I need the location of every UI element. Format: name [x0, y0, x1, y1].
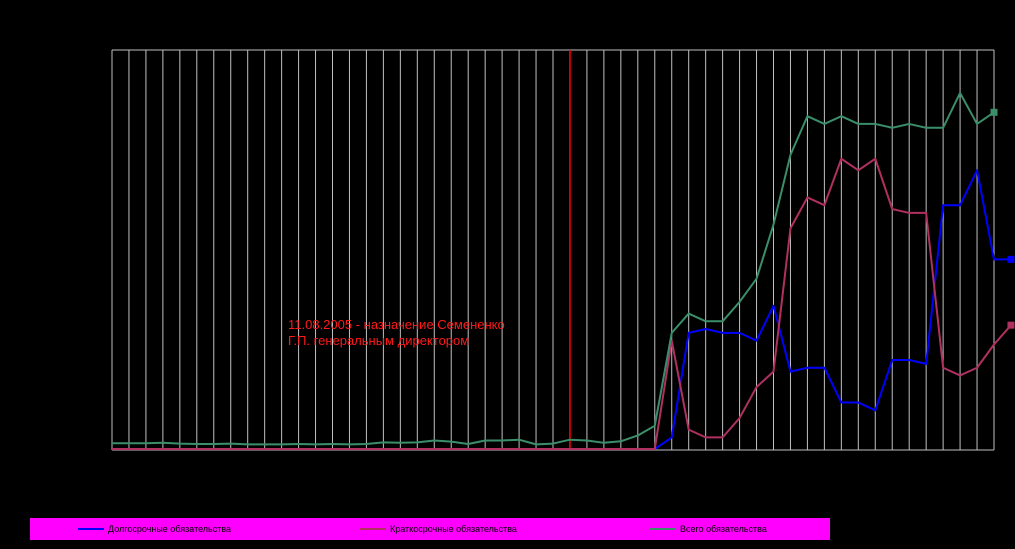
legend-swatch-long-term — [78, 528, 104, 530]
grid-lines — [111, 49, 995, 451]
series-end-marker-1 — [1007, 321, 1015, 329]
legend: Долгосрочные обязательства Краткосрочные… — [30, 518, 830, 540]
legend-label-long-term: Долгосрочные обязательства — [108, 524, 232, 534]
legend-label-total: Всего обязательства — [680, 524, 767, 534]
legend-item-total: Всего обязательства — [650, 523, 767, 535]
series-end-marker-0 — [1007, 255, 1015, 263]
series-line-0 — [112, 169, 1011, 450]
event-annotation: 11.08.2005 - назначение Семененко Г.П. г… — [288, 317, 505, 348]
legend-swatch-total — [650, 528, 676, 530]
chart-canvas — [111, 49, 1015, 451]
series-end-marker-2 — [990, 108, 998, 116]
legend-label-short-term: Краткосрочные обязательства — [390, 524, 517, 534]
legend-swatch-short-term — [360, 528, 386, 530]
legend-item-short-term: Краткосрочные обязательства — [360, 523, 517, 535]
legend-item-long-term: Долгосрочные обязательства — [78, 523, 231, 535]
